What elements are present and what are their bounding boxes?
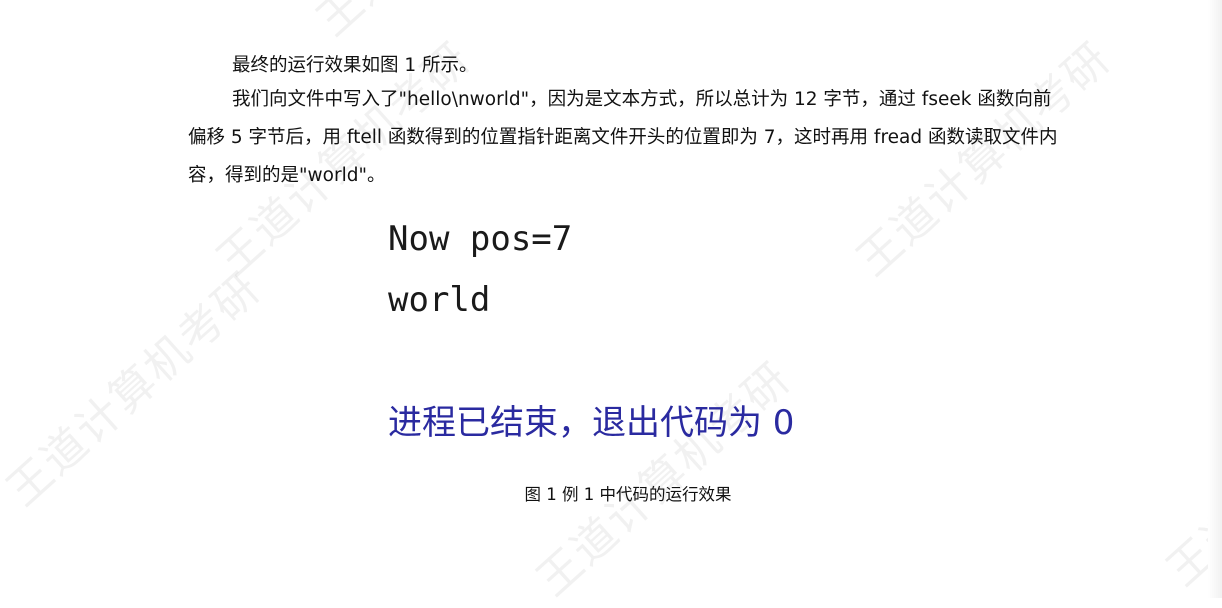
figure-caption: 图 1 例 1 中代码的运行效果	[524, 485, 732, 504]
paragraph-explanation: 我们向文件中写入了"hello\nworld"，因为是文本方式，所以总计为 12…	[188, 89, 1058, 186]
process-exit-message: 进程已结束，退出代码为 0	[388, 403, 795, 443]
paragraph-intro: 最终的运行效果如图 1 所示。	[232, 55, 478, 76]
scrollbar-track[interactable]	[1208, 0, 1222, 598]
watermark: 王道计算机考研	[0, 262, 271, 517]
console-output-line: Now pos=7	[388, 219, 573, 259]
watermark: 王道计算机考研	[300, 0, 582, 48]
document-page: 王道计算机考研 王道计算机考研 王道计算机考研 王道计算机考研 王道计算机考研 …	[0, 0, 1222, 606]
console-output-line: world	[388, 280, 491, 320]
watermark: 王道计算机考研	[527, 352, 801, 607]
